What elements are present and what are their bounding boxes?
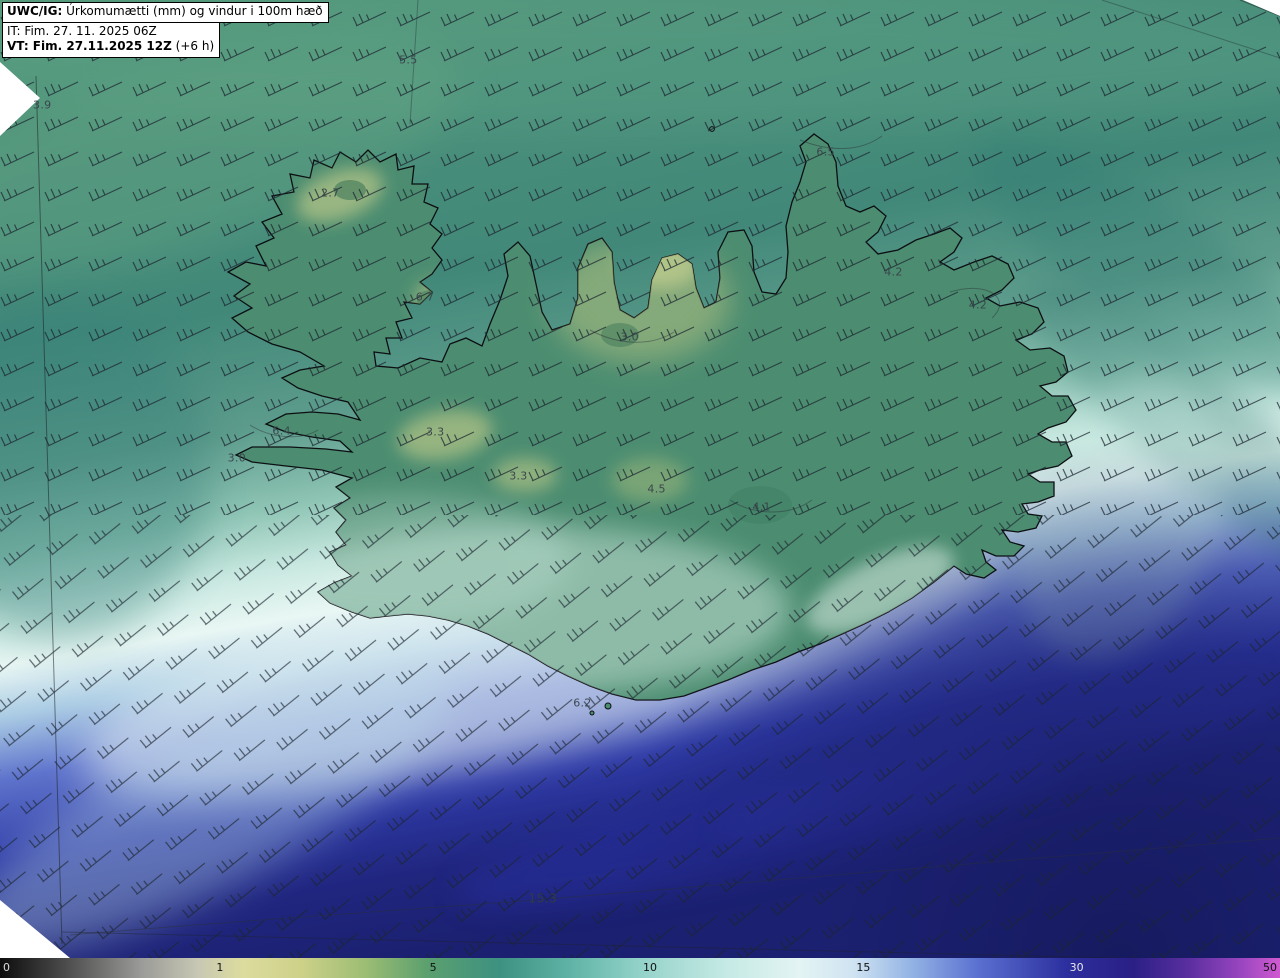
title-block: UWC/IG: Úrkomumætti (mm) og vindur i 100…	[2, 2, 329, 58]
colorbar-tick: 30	[1069, 961, 1084, 974]
map-canvas	[0, 0, 1280, 978]
map-title-box: UWC/IG: Úrkomumætti (mm) og vindur i 100…	[2, 2, 329, 23]
colorbar-ticks: 0 1 5 10 15 30 50	[0, 958, 1280, 978]
colorbar: 0 1 5 10 15 30 50	[0, 958, 1280, 978]
wind-barbs-layer	[0, 0, 1280, 978]
colorbar-tick: 1	[216, 961, 224, 974]
model-label: UWC/IG:	[7, 4, 63, 18]
colorbar-tick: 15	[856, 961, 871, 974]
colorbar-tick: 50	[1263, 961, 1277, 974]
init-time: IT: Fim. 27. 11. 2025 06Z	[7, 23, 157, 38]
valid-time: VT: Fim. 27.11.2025 12Z (+6 h)	[7, 39, 214, 55]
weather-map: 5.5 3.9 6.5 2.7 4.2 4.2 6.7 3.0 6.4 3.0 3.3 3.3 4.5 4…	[0, 0, 1280, 978]
colorbar-tick: 10	[643, 961, 657, 974]
valid-time-bold: VT: Fim. 27.11.2025 12Z	[7, 39, 172, 54]
colorbar-tick: 0	[3, 961, 10, 974]
valid-time-offset: (+6 h)	[171, 39, 215, 54]
colorbar-tick: 5	[429, 961, 437, 974]
map-title: Úrkomumætti (mm) og vindur i 100m hæð	[62, 4, 323, 18]
time-info-box: IT: Fim. 27. 11. 2025 06Z VT: Fim. 27.11…	[2, 21, 221, 58]
